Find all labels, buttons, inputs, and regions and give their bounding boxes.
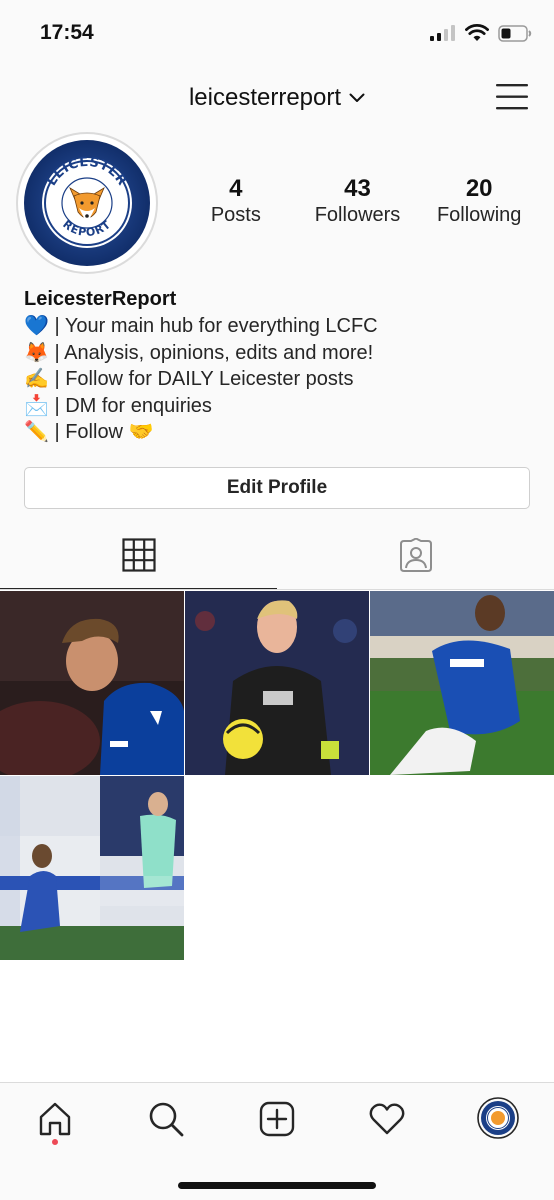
- following-stat[interactable]: 20 Following: [418, 176, 540, 228]
- followers-count: 43: [344, 175, 371, 202]
- home-indicator[interactable]: [178, 1182, 376, 1189]
- home-notification-dot: [52, 1139, 58, 1145]
- battery-icon: [498, 24, 532, 42]
- bio-line: 💙 | Your main hub for everything LCFC: [24, 315, 378, 337]
- followers-label: Followers: [314, 204, 401, 226]
- tab-tagged[interactable]: [277, 520, 554, 590]
- hamburger-menu-icon[interactable]: [496, 82, 528, 112]
- account-switcher[interactable]: leicesterreport: [0, 84, 554, 112]
- tabs-divider: [0, 589, 554, 590]
- profile-section: LEICESTER REPORT 4 Posts 43 Followers 20…: [0, 128, 554, 520]
- wifi-icon: [465, 24, 489, 41]
- post-image: [0, 591, 184, 775]
- bio-line: ✍️ | Follow for DAILY Leicester posts: [24, 368, 354, 390]
- posts-stat[interactable]: 4 Posts: [175, 176, 297, 228]
- bottom-navigation: [0, 1082, 554, 1200]
- followers-stat[interactable]: 43 Followers: [297, 176, 419, 228]
- nav-profile[interactable]: [477, 1097, 519, 1139]
- profile-avatar[interactable]: LEICESTER REPORT: [16, 132, 158, 274]
- following-count: 20: [465, 175, 493, 202]
- posts-count: 4: [229, 175, 243, 202]
- post-image: [185, 591, 369, 775]
- home-icon: [39, 1102, 71, 1136]
- profile-bio: LeicesterReport 💙 | Your main hub for ev…: [24, 286, 544, 446]
- activity-heart-icon: [369, 1103, 405, 1135]
- bio-line: 📩 | DM for enquiries: [24, 394, 212, 417]
- grid-icon: [121, 538, 156, 572]
- nav-activity[interactable]: [367, 1099, 407, 1139]
- username-label: leicesterreport: [188, 84, 342, 111]
- post-thumbnail[interactable]: [0, 776, 184, 960]
- status-bar: 17:54: [0, 0, 554, 70]
- status-time: 17:54: [40, 21, 94, 44]
- status-icons: [430, 24, 532, 42]
- post-thumbnail[interactable]: [370, 591, 554, 775]
- chevron-down-icon: [349, 93, 365, 102]
- bio-line: ✏️ | Follow 🤝: [24, 421, 154, 443]
- cellular-signal-icon: [430, 25, 455, 41]
- new-post-icon: [259, 1101, 295, 1137]
- search-icon: [149, 1102, 184, 1137]
- post-thumbnail[interactable]: [185, 591, 369, 775]
- post-thumbnail[interactable]: [0, 591, 184, 775]
- profile-tabs: [0, 520, 554, 590]
- profile-stats: 4 Posts 43 Followers 20 Following: [175, 176, 540, 228]
- nav-home[interactable]: [35, 1099, 75, 1139]
- display-name: LeicesterReport: [24, 288, 177, 310]
- nav-new-post[interactable]: [257, 1099, 297, 1139]
- post-image: [0, 776, 184, 960]
- following-label: Following: [436, 204, 522, 226]
- profile-avatar-icon: [477, 1097, 519, 1139]
- edit-profile-button[interactable]: Edit Profile: [24, 467, 530, 509]
- tab-grid[interactable]: [0, 520, 277, 590]
- bio-line: 🦊 | Analysis, opinions, edits and more!: [24, 341, 374, 364]
- posts-label: Posts: [210, 204, 261, 226]
- profile-header: leicesterreport: [0, 70, 554, 128]
- post-image: [370, 591, 554, 775]
- nav-search[interactable]: [146, 1099, 186, 1139]
- leicester-report-logo: LEICESTER REPORT: [24, 140, 150, 266]
- tagged-person-icon: [399, 538, 432, 572]
